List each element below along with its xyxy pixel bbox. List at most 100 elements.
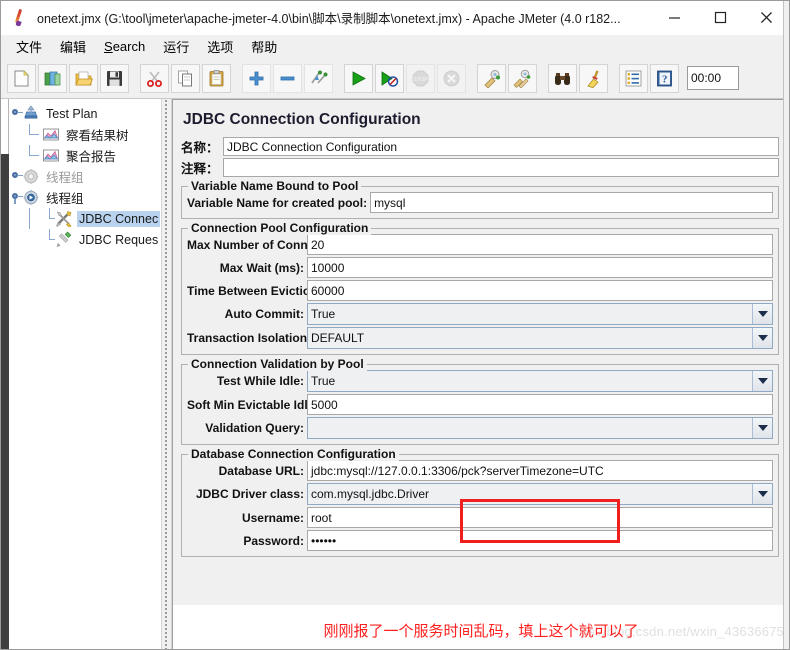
chevron-down-icon[interactable]: [752, 304, 772, 324]
svg-text:STOP: STOP: [413, 77, 428, 83]
auto-commit-label: Auto Commit:: [224, 307, 304, 321]
jmeter-feather-icon: [9, 8, 35, 28]
tree-branch-line: [22, 124, 42, 145]
menu-run[interactable]: 运行: [154, 35, 198, 58]
field-row: Username: root: [187, 507, 773, 528]
name-label: 名称：: [181, 141, 219, 155]
tree-indent-spacer: [9, 149, 22, 162]
test-while-idle-combo[interactable]: True: [307, 370, 773, 392]
jdbc-driver-class-label: JDBC Driver class:: [195, 487, 304, 501]
jdbc-driver-class-combo[interactable]: com.mysql.jdbc.Driver: [307, 483, 773, 505]
tree-indent-spacer: [9, 128, 22, 141]
function-helper-button[interactable]: [619, 63, 648, 93]
transaction-isolation-value: DEFAULT: [311, 331, 365, 345]
cut-button[interactable]: [140, 63, 169, 93]
tree-indent-spacer: [9, 212, 22, 225]
save-button[interactable]: [100, 63, 129, 93]
scissors-icon: [147, 71, 162, 87]
jmeter-window: onetext.jmx (G:\tool\jmeter\apache-jmete…: [0, 0, 790, 650]
tree-item-aggregate-report[interactable]: 聚合报告: [9, 145, 161, 166]
tree-item-label: JDBC Connec: [77, 210, 161, 227]
minimize-button[interactable]: [651, 1, 697, 34]
toolbar-clear-group: [476, 63, 538, 93]
search-button[interactable]: [548, 63, 577, 93]
stop-sign-icon: STOP: [412, 70, 429, 86]
chevron-down-icon[interactable]: [752, 418, 772, 438]
plus-icon: [249, 71, 264, 85]
save-floppy-icon: [107, 70, 122, 86]
field-row: Variable Name for created pool: mysql: [187, 192, 773, 213]
tree-item-test-plan[interactable]: Test Plan: [9, 103, 161, 124]
left-scrollbar-thumb[interactable]: [1, 99, 9, 154]
listener-graph-icon: [42, 126, 62, 144]
page-title: JDBC Connection Configuration: [183, 111, 421, 128]
tree-item-label: 察看结果树: [66, 129, 129, 143]
left-scrollbar[interactable]: [1, 99, 9, 649]
help-button[interactable]: ?: [650, 63, 679, 93]
jdbc-driver-class-value: com.mysql.jdbc.Driver: [311, 487, 430, 501]
transaction-isolation-combo[interactable]: DEFAULT: [307, 327, 773, 349]
maximize-button[interactable]: [697, 1, 743, 34]
templates-button[interactable]: [38, 63, 67, 93]
tree-item-label: 线程组: [46, 171, 84, 185]
menu-options[interactable]: 选项: [198, 35, 242, 58]
group-title: Variable Name Bound to Pool: [188, 179, 362, 193]
name-row: 名称： JDBC Connection Configuration: [181, 137, 779, 156]
expand-handle-icon[interactable]: [9, 107, 23, 120]
chevron-down-icon[interactable]: [752, 328, 772, 348]
max-number-of-connections-input[interactable]: 20: [307, 234, 773, 255]
clear-button[interactable]: [477, 63, 506, 93]
tree-item-thread-group-disabled[interactable]: 线程组: [9, 166, 161, 187]
toolbar-clipboard-group: [139, 63, 232, 93]
auto-commit-combo[interactable]: True: [307, 303, 773, 325]
collapse-all-button[interactable]: [273, 63, 302, 93]
tree-item-jdbc-request[interactable]: JDBC Reques: [9, 229, 161, 250]
menu-file[interactable]: 文件: [7, 35, 51, 58]
menu-edit[interactable]: 编辑: [51, 35, 95, 58]
comment-input[interactable]: [223, 158, 779, 177]
password-input[interactable]: ••••••: [307, 530, 773, 551]
sampler-pen-icon: [55, 231, 75, 249]
reset-search-button[interactable]: [579, 63, 608, 93]
paste-button[interactable]: [202, 63, 231, 93]
comment-row: 注释：: [181, 158, 779, 177]
menu-bar: 文件 编辑 Search 运行 选项 帮助: [1, 35, 789, 58]
split-pane-divider[interactable]: [161, 99, 172, 649]
tree-item-thread-group[interactable]: 线程组: [9, 187, 161, 208]
title-bar: onetext.jmx (G:\tool\jmeter\apache-jmete…: [1, 1, 789, 35]
expand-handle-icon[interactable]: [9, 170, 23, 183]
chevron-down-icon[interactable]: [752, 484, 772, 504]
start-no-pauses-button[interactable]: [375, 63, 404, 93]
tree-item-view-results-tree[interactable]: 察看结果树: [9, 124, 161, 145]
clear-all-button[interactable]: [508, 63, 537, 93]
group-title: Database Connection Configuration: [188, 447, 399, 461]
expand-handle-icon[interactable]: [9, 191, 23, 204]
time-between-eviction-runs-ms-input[interactable]: 60000: [307, 280, 773, 301]
thread-group-gear-icon: [22, 168, 42, 186]
field-row: Soft Min Evictable Idle Time(ms): 5000: [187, 394, 773, 415]
database-url-input[interactable]: jdbc:mysql://127.0.0.1:3306/pck?serverTi…: [307, 460, 773, 481]
chevron-down-icon[interactable]: [752, 371, 772, 391]
window-title: onetext.jmx (G:\tool\jmeter\apache-jmete…: [37, 12, 621, 26]
new-button[interactable]: [7, 63, 36, 93]
toggle-button[interactable]: [304, 63, 333, 93]
validation-query-combo[interactable]: [307, 417, 773, 439]
database-url-label: Database URL:: [218, 463, 304, 478]
name-input[interactable]: JDBC Connection Configuration: [223, 137, 779, 156]
tree-item-label: 线程组: [46, 192, 84, 206]
tree-item-jdbc-connection-configuration[interactable]: JDBC Connec: [9, 208, 161, 229]
copy-button[interactable]: [171, 63, 200, 93]
menu-search[interactable]: Search: [95, 37, 154, 56]
max-wait-ms-input[interactable]: 10000: [307, 257, 773, 278]
menu-help[interactable]: 帮助: [242, 35, 286, 58]
clipboard-paste-icon: [209, 69, 224, 86]
soft-min-evictable-idle-time-ms-input[interactable]: 5000: [307, 394, 773, 415]
variable-name-for-created-pool-input[interactable]: mysql: [370, 192, 773, 213]
minus-icon: [280, 76, 295, 80]
window-controls: [651, 1, 789, 34]
new-document-icon: [14, 69, 29, 86]
expand-all-button[interactable]: [242, 63, 271, 93]
open-button[interactable]: [69, 63, 98, 93]
username-input[interactable]: root: [307, 507, 773, 528]
start-button[interactable]: [344, 63, 373, 93]
